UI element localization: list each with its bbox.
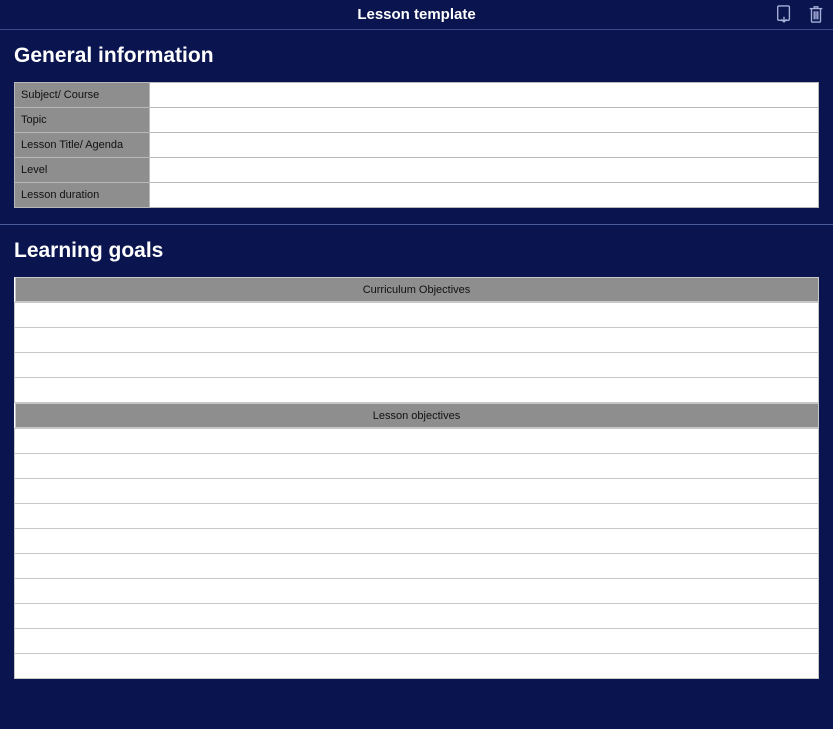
table-row (15, 554, 819, 579)
lesson-objective-cell[interactable] (15, 654, 819, 679)
table-row: Subject/ Course (15, 83, 819, 108)
learning-goals-table: Curriculum Objectives Lesson objectives (14, 277, 819, 679)
field-value-level[interactable] (150, 158, 819, 183)
lesson-objective-cell[interactable] (15, 529, 819, 554)
table-row (15, 303, 819, 328)
table-row (15, 353, 819, 378)
field-value-subject[interactable] (150, 83, 819, 108)
table-row (15, 479, 819, 504)
section-learning-goals: Learning goals Curriculum Objectives Les… (0, 225, 833, 689)
table-row: Lesson Title/ Agenda (15, 133, 819, 158)
table-row (15, 629, 819, 654)
field-label-level: Level (15, 158, 150, 183)
trash-icon[interactable] (807, 4, 825, 24)
lesson-objective-cell[interactable] (15, 479, 819, 504)
table-row: Lesson objectives (15, 403, 819, 429)
field-label-subject: Subject/ Course (15, 83, 150, 108)
page-title: Lesson template (357, 6, 475, 23)
table-row (15, 454, 819, 479)
table-row (15, 529, 819, 554)
table-row: Lesson duration (15, 183, 819, 208)
curriculum-objective-cell[interactable] (15, 303, 819, 328)
curriculum-objective-cell[interactable] (15, 353, 819, 378)
table-row (15, 579, 819, 604)
field-value-lesson-title[interactable] (150, 133, 819, 158)
group-header-lesson-obj: Lesson objectives (15, 403, 819, 428)
curriculum-objective-cell[interactable] (15, 378, 819, 403)
table-row: Level (15, 158, 819, 183)
section-title-general: General information (14, 44, 819, 68)
lesson-objective-cell[interactable] (15, 579, 819, 604)
table-row (15, 378, 819, 403)
group-header-curriculum: Curriculum Objectives (15, 277, 819, 302)
table-row (15, 604, 819, 629)
lesson-objective-cell[interactable] (15, 604, 819, 629)
field-value-topic[interactable] (150, 108, 819, 133)
table-row (15, 429, 819, 454)
bookmark-icon[interactable] (775, 4, 793, 24)
section-title-goals: Learning goals (14, 239, 819, 263)
lesson-objective-cell[interactable] (15, 504, 819, 529)
lesson-objective-cell[interactable] (15, 629, 819, 654)
field-label-lesson-title: Lesson Title/ Agenda (15, 133, 150, 158)
table-row (15, 654, 819, 679)
table-row (15, 328, 819, 353)
general-info-table: Subject/ Course Topic Lesson Title/ Agen… (14, 82, 819, 208)
curriculum-objective-cell[interactable] (15, 328, 819, 353)
field-label-topic: Topic (15, 108, 150, 133)
field-label-duration: Lesson duration (15, 183, 150, 208)
table-row: Topic (15, 108, 819, 133)
table-row: Curriculum Objectives (15, 277, 819, 303)
lesson-objective-cell[interactable] (15, 554, 819, 579)
section-general-information: General information Subject/ Course Topi… (0, 30, 833, 218)
table-row (15, 504, 819, 529)
lesson-objective-cell[interactable] (15, 429, 819, 454)
titlebar: Lesson template (0, 0, 833, 30)
lesson-objective-cell[interactable] (15, 454, 819, 479)
field-value-duration[interactable] (150, 183, 819, 208)
content: General information Subject/ Course Topi… (0, 30, 833, 689)
titlebar-actions (775, 4, 825, 24)
